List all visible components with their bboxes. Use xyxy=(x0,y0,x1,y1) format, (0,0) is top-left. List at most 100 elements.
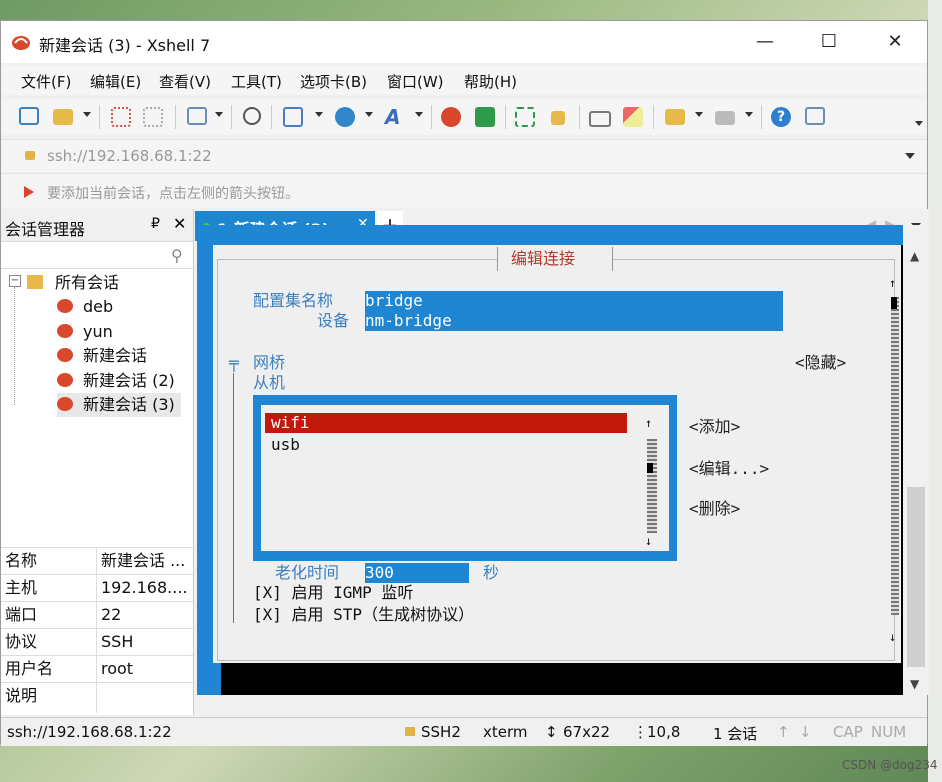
lock-icon xyxy=(405,727,415,736)
tree-item-new-session[interactable]: 新建会话 xyxy=(57,344,193,368)
chat-icon[interactable] xyxy=(805,107,825,125)
menu-view[interactable]: 查看(V) xyxy=(159,71,211,92)
list-scroll-down-icon[interactable]: ↓ xyxy=(645,531,652,551)
add-slave-button[interactable]: <添加> xyxy=(689,417,740,437)
font-icon[interactable]: A xyxy=(385,107,405,127)
session-icon xyxy=(57,324,73,338)
address-dropdown-icon[interactable] xyxy=(905,153,915,159)
divider xyxy=(96,629,97,655)
minimize-button[interactable]: — xyxy=(731,21,799,63)
compose-icon[interactable] xyxy=(715,111,735,125)
property-row: 名称 新建会话 ... xyxy=(1,547,193,574)
property-row: 端口 22 xyxy=(1,601,193,628)
bridge-collapse-marker[interactable]: ╤ xyxy=(229,353,239,373)
tree-item-yun[interactable]: yun xyxy=(57,320,193,344)
chevron-down-icon[interactable] xyxy=(83,112,91,117)
list-scroll-thumb[interactable] xyxy=(647,463,653,473)
search-icon[interactable]: ⚲ xyxy=(171,246,183,265)
stp-checkbox[interactable]: [X] 启用 STP（生成树协议） xyxy=(253,605,474,625)
menu-tools[interactable]: 工具(T) xyxy=(231,71,282,92)
help-icon[interactable]: ? xyxy=(771,107,791,127)
profile-name-value: bridge xyxy=(365,291,423,310)
list-scrollbar[interactable] xyxy=(647,439,657,533)
window-title: 新建会话 (3) - Xshell 7 xyxy=(39,36,211,55)
properties-icon[interactable] xyxy=(187,107,207,125)
tree-item-new-session-3[interactable]: 新建会话 (3) xyxy=(57,393,181,417)
lock-icon[interactable] xyxy=(551,111,565,125)
dialog-scrollbar[interactable] xyxy=(891,297,899,615)
highlight-icon[interactable] xyxy=(623,107,643,127)
collapse-icon[interactable]: − xyxy=(9,275,21,287)
delete-slave-button[interactable]: <删除> xyxy=(689,499,740,519)
xshell-icon[interactable] xyxy=(441,107,461,127)
toolbar-separator xyxy=(175,105,176,129)
toolbar-separator xyxy=(231,105,232,129)
lock-icon xyxy=(25,151,35,160)
terminal-scroll-thumb[interactable] xyxy=(907,487,925,667)
close-icon[interactable]: ✕ xyxy=(173,214,186,233)
toolbar-overflow-icon[interactable] xyxy=(915,121,923,126)
chevron-down-icon[interactable] xyxy=(695,112,703,117)
tree-item-label: 新建会话 xyxy=(83,346,148,365)
tree-item-new-session-2[interactable]: 新建会话 (2) xyxy=(57,369,193,393)
property-key: 端口 xyxy=(5,605,38,624)
bridge-section-guide xyxy=(233,373,234,623)
menu-file[interactable]: 文件(F) xyxy=(21,71,71,92)
layout-icon[interactable] xyxy=(283,107,303,127)
dialog-scroll-down-icon[interactable]: ↓ xyxy=(889,627,896,647)
menu-tabs[interactable]: 选项卡(B) xyxy=(300,71,367,92)
disconnect-icon[interactable] xyxy=(143,107,163,127)
terminal-scrollbar[interactable]: ▲ ▼ xyxy=(903,225,929,695)
menu-edit[interactable]: 编辑(E) xyxy=(90,71,141,92)
toolbar-separator xyxy=(505,105,506,129)
igmp-snooping-checkbox[interactable]: [X] 启用 IGMP 监听 xyxy=(253,583,413,603)
open-folder-icon[interactable] xyxy=(53,109,73,125)
keyboard-icon[interactable] xyxy=(589,111,611,127)
dialog-scroll-thumb[interactable] xyxy=(891,297,897,309)
terminal-area[interactable]: 编辑连接 配置集名称 bridge 设备 nm-bridge ╤ 网桥 <隐藏>… xyxy=(197,225,903,695)
status-bar: ssh://192.168.68.1:22 SSH2 xterm ↕ 67x22… xyxy=(1,717,927,746)
fullscreen-icon[interactable] xyxy=(515,107,535,127)
slaves-list[interactable]: wifi usb ↑ ↓ xyxy=(261,405,669,551)
hide-button[interactable]: <隐藏> xyxy=(795,353,846,373)
chevron-down-icon[interactable] xyxy=(745,112,753,117)
slaves-label: 从机 xyxy=(253,373,286,392)
watermark: CSDN @dog234 xyxy=(842,758,938,772)
add-folder-icon[interactable] xyxy=(665,109,685,125)
slave-item-usb[interactable]: usb xyxy=(271,435,300,455)
connect-icon[interactable] xyxy=(111,107,131,127)
tree-item-all-sessions[interactable]: − 所有会话 xyxy=(9,271,193,295)
list-scroll-up-icon[interactable]: ↑ xyxy=(645,413,652,433)
new-session-icon[interactable] xyxy=(19,107,39,125)
device-input[interactable]: nm-bridge xyxy=(365,311,783,331)
property-key: 用户名 xyxy=(5,659,54,678)
aging-time-input[interactable]: 300 xyxy=(365,563,469,583)
dialog-scroll-up-icon[interactable]: ↑ xyxy=(889,273,896,293)
session-search-input[interactable]: ⚲ xyxy=(1,242,193,269)
device-value: nm-bridge xyxy=(365,311,452,330)
close-button[interactable]: ✕ xyxy=(861,21,929,63)
chevron-down-icon[interactable] xyxy=(365,112,373,117)
chevron-down-icon[interactable] xyxy=(215,112,223,117)
profile-name-input[interactable]: bridge xyxy=(365,291,783,311)
chevron-down-icon[interactable] xyxy=(315,112,323,117)
menu-window[interactable]: 窗口(W) xyxy=(387,71,444,92)
globe-icon[interactable] xyxy=(335,107,355,127)
slave-item-wifi[interactable]: wifi xyxy=(271,413,310,433)
status-num: NUM xyxy=(871,723,907,741)
scroll-down-icon[interactable]: ▼ xyxy=(910,677,919,691)
menu-help[interactable]: 帮助(H) xyxy=(464,71,517,92)
xshell-app-icon xyxy=(12,36,30,50)
toolbar-separator xyxy=(761,105,762,129)
search-icon[interactable] xyxy=(243,107,261,125)
pin-icon[interactable]: ₽ xyxy=(151,216,160,232)
edit-slave-button[interactable]: <编辑...> xyxy=(689,459,769,479)
maximize-button[interactable]: ☐ xyxy=(795,21,863,63)
address-input[interactable]: ssh://192.168.68.1:22 xyxy=(47,147,212,165)
scroll-up-icon[interactable]: ▲ xyxy=(910,249,919,263)
add-session-arrow-icon[interactable] xyxy=(23,185,35,199)
xftp-icon[interactable] xyxy=(475,107,495,127)
chevron-down-icon[interactable] xyxy=(415,112,423,117)
menu-bar: 文件(F) 编辑(E) 查看(V) 工具(T) 选项卡(B) 窗口(W) 帮助(… xyxy=(1,65,927,95)
tree-item-deb[interactable]: deb xyxy=(57,295,193,319)
